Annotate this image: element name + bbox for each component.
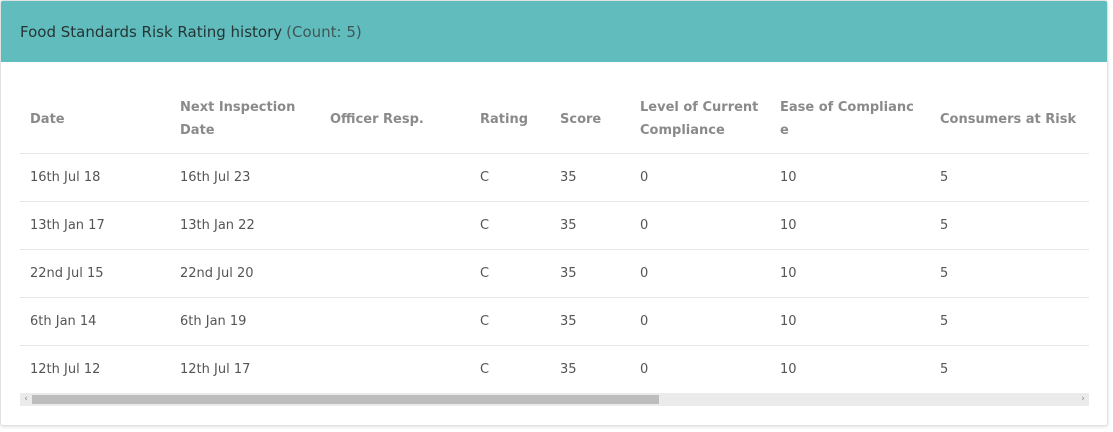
table-header-row: Date Next Inspection Date Officer Resp. … — [20, 85, 1089, 154]
table-scroll-container[interactable]: Date Next Inspection Date Officer Resp. … — [20, 85, 1089, 393]
cell-rating: C — [470, 201, 550, 250]
cell-date: 6th Jan 14 — [20, 297, 170, 346]
cell-rating: C — [470, 249, 550, 298]
cell-next-inspection: 22nd Jul 20 — [170, 249, 320, 298]
cell-score: 35 — [560, 362, 577, 377]
cell-rating: C — [470, 153, 550, 202]
table-row: 13th Jan 17 13th Jan 22 C 35 0 10 5 — [20, 201, 1089, 250]
cell-consumers: 5 — [930, 297, 1089, 346]
cell-ease: 10 — [770, 249, 930, 298]
cell-level: 0 — [640, 362, 649, 377]
cell-next-inspection: 6th Jan 19 — [170, 297, 320, 346]
cell-level: 0 — [630, 249, 770, 298]
cell-ease: 10 — [770, 153, 930, 202]
table-row: 6th Jan 14 6th Jan 19 C 35 0 10 5 — [20, 297, 1089, 346]
cell-officer — [320, 201, 470, 250]
cell-date: 13th Jan 17 — [20, 201, 170, 250]
cell-consumers: 5 — [930, 249, 1089, 298]
horizontal-scrollbar[interactable]: ‹ › — [20, 393, 1089, 406]
table-row: 12th Jul 12 12th Jul 17 C 35 0 10 5 — [20, 346, 1089, 394]
column-header-consumers: Consumers at Risk — [930, 85, 1089, 154]
cell-officer — [320, 153, 470, 202]
cell-consumers: 5 — [940, 362, 949, 377]
cell-ease: 10 — [770, 201, 930, 250]
column-header-rating: Rating — [470, 85, 550, 154]
column-header-officer: Officer Resp. — [320, 85, 470, 154]
cell-officer — [320, 297, 470, 346]
cell-rating: C — [480, 362, 490, 377]
cell-ease: 10 — [770, 297, 930, 346]
cell-date: 12th Jul 12 — [30, 362, 101, 377]
cell-next-inspection: 13th Jan 22 — [170, 201, 320, 250]
column-header-date: Date — [20, 85, 170, 154]
column-header-ease: Ease of Compliance — [770, 85, 930, 154]
cell-level: 0 — [630, 297, 770, 346]
cell-next-inspection: 16th Jul 23 — [170, 153, 320, 202]
panel-header: Food Standards Risk Rating history (Coun… — [1, 1, 1107, 62]
table-row: 16th Jul 18 16th Jul 23 C 35 0 10 5 — [20, 153, 1089, 202]
cell-score: 35 — [550, 201, 630, 250]
risk-rating-table: Date Next Inspection Date Officer Resp. … — [20, 85, 1089, 393]
scroll-right-arrow-icon[interactable]: › — [1077, 393, 1089, 406]
cell-score: 35 — [550, 153, 630, 202]
cell-officer — [320, 249, 470, 298]
table-row: 22nd Jul 15 22nd Jul 20 C 35 0 10 5 — [20, 249, 1089, 298]
cell-officer — [320, 346, 470, 394]
column-header-score: Score — [550, 85, 630, 154]
cell-score: 35 — [550, 249, 630, 298]
cell-score: 35 — [550, 297, 630, 346]
cell-rating: C — [470, 297, 550, 346]
cell-level: 0 — [630, 153, 770, 202]
scrollbar-thumb[interactable] — [32, 395, 659, 404]
cell-next-inspection: 12th Jul 17 — [180, 362, 251, 377]
cell-consumers: 5 — [930, 153, 1089, 202]
cell-date: 16th Jul 18 — [20, 153, 170, 202]
cell-consumers: 5 — [930, 201, 1089, 250]
record-count: (Count: 5) — [286, 22, 362, 41]
cell-ease: 10 — [780, 362, 797, 377]
panel-title: Food Standards Risk Rating history — [20, 22, 283, 41]
scroll-left-arrow-icon[interactable]: ‹ — [20, 393, 32, 406]
cell-date: 22nd Jul 15 — [20, 249, 170, 298]
risk-rating-panel: Food Standards Risk Rating history (Coun… — [0, 0, 1108, 426]
column-header-level: Level of Current Compliance — [630, 85, 770, 154]
column-header-next-inspection: Next Inspection Date — [170, 85, 320, 154]
cell-level: 0 — [630, 201, 770, 250]
